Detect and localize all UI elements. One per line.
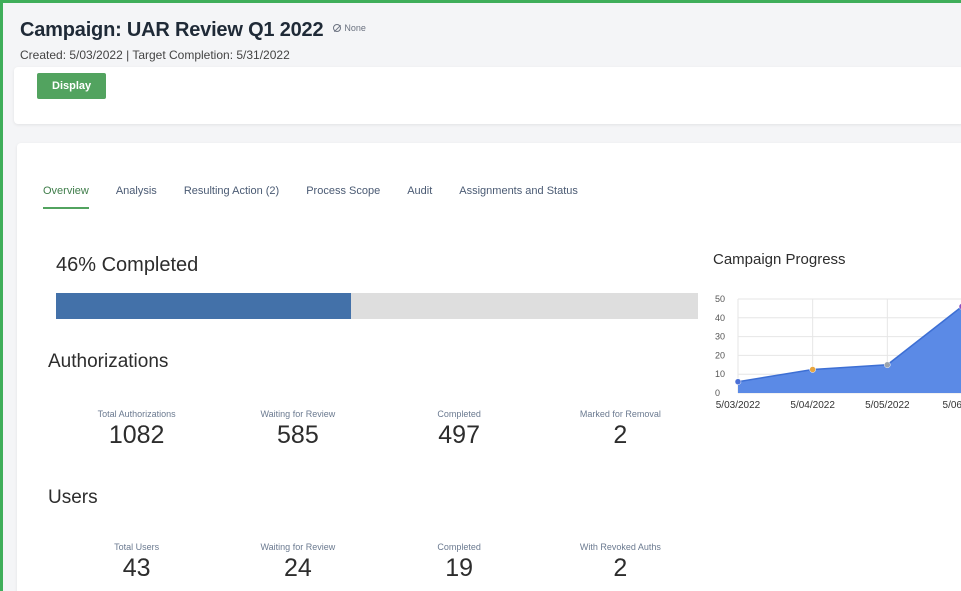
x-tick-label: 5/03/2022: [716, 400, 761, 411]
progress-bar-fill: [56, 293, 352, 319]
y-tick-label: 50: [715, 294, 725, 304]
stat-total-users: Total Users 43: [56, 542, 217, 583]
stat-value: 19: [445, 554, 474, 582]
status-badge: None: [333, 23, 366, 33]
tab-process-scope[interactable]: Process Scope: [306, 185, 380, 209]
x-tick-label: 5/06/202: [943, 400, 961, 411]
y-tick-label: 40: [715, 313, 725, 323]
users-heading: Users: [48, 487, 98, 508]
page-title: Campaign: UAR Review Q1 2022: [20, 19, 324, 41]
stat-label: Completed: [437, 542, 481, 552]
display-button[interactable]: Display: [37, 73, 107, 99]
tab-resulting-action[interactable]: Resulting Action (2): [184, 185, 279, 209]
y-tick-label: 0: [715, 388, 720, 398]
y-tick-label: 20: [715, 350, 725, 360]
users-stats: Total Users 43 Waiting for Review 24 Com…: [56, 542, 701, 583]
stat-label: Waiting for Review: [260, 409, 336, 419]
stat-label: Marked for Removal: [579, 409, 661, 419]
x-tick-label: 5/04/2022: [790, 400, 835, 411]
stat-label: With Revoked Auths: [579, 542, 661, 552]
stat-value: 1082: [108, 421, 165, 449]
x-tick-label: 5/05/2022: [865, 400, 910, 411]
chart-title: Campaign Progress: [713, 251, 846, 268]
stat-value: 497: [438, 421, 480, 449]
data-point: [734, 378, 742, 385]
completion-percentage: 46% Completed: [56, 254, 199, 276]
stat-value: 43: [122, 554, 151, 582]
ban-icon: [333, 24, 342, 32]
data-point: [884, 361, 891, 369]
progress-bar: [56, 293, 698, 319]
y-tick-label: 10: [715, 369, 725, 379]
tab-assignments-and-status[interactable]: Assignments and Status: [459, 185, 578, 209]
tab-audit[interactable]: Audit: [407, 185, 432, 209]
series-area: [738, 307, 961, 393]
stat-label: Total Authorizations: [97, 409, 176, 419]
overview-card: Overview Analysis Resulting Action (2) P…: [17, 143, 961, 591]
campaign-progress-chart: 0 10 20 30 40 50 5/03/2022 5/04/2022 5/05/2022 5/…: [715, 294, 961, 411]
stat-users-waiting-for-review: Waiting for Review 24: [217, 542, 378, 583]
data-point: [809, 366, 816, 373]
stat-label: Total Users: [114, 542, 160, 552]
stat-label: Waiting for Review: [260, 542, 336, 552]
tab-analysis[interactable]: Analysis: [116, 185, 157, 209]
tab-overview[interactable]: Overview: [43, 185, 89, 209]
stat-label: Completed: [437, 409, 481, 419]
action-bar: Display: [14, 67, 961, 124]
stat-marked-for-removal: Marked for Removal 2: [540, 409, 701, 450]
tab-bar: Overview Analysis Resulting Action (2) P…: [43, 185, 605, 209]
stat-value: 2: [613, 421, 628, 449]
title-row: Campaign: UAR Review Q1 2022 None: [20, 19, 366, 42]
authorizations-heading: Authorizations: [48, 351, 169, 372]
authorizations-stats: Total Authorizations 1082 Waiting for Re…: [56, 409, 701, 450]
status-text: None: [344, 23, 366, 33]
stat-value: 585: [277, 421, 319, 449]
stat-users-completed: Completed 19: [379, 542, 540, 583]
stat-value: 2: [613, 554, 628, 582]
stat-value: 24: [283, 554, 312, 582]
stat-completed: Completed 497: [379, 409, 540, 450]
campaign-dates: Created: 5/03/2022 | Target Completion: …: [20, 48, 290, 62]
y-tick-label: 30: [715, 332, 725, 342]
stat-with-revoked-auths: With Revoked Auths 2: [540, 542, 701, 583]
stat-total-authorizations: Total Authorizations 1082: [56, 409, 217, 450]
stat-waiting-for-review: Waiting for Review 585: [217, 409, 378, 450]
